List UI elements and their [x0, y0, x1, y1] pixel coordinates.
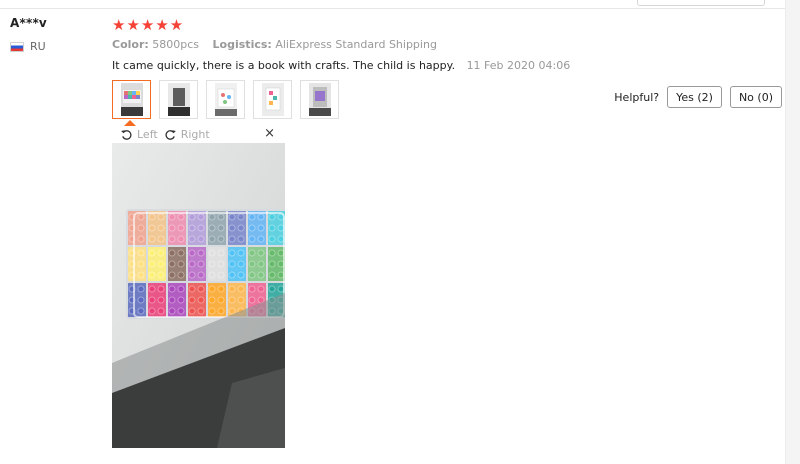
logistics-value: AliExpress Standard Shipping — [275, 38, 437, 51]
photo-thumbnail[interactable] — [253, 80, 292, 119]
star-rating: ★★★★★ — [112, 16, 185, 34]
rotate-left-label: Left — [137, 128, 158, 141]
reviewer-info: A***v RU — [10, 16, 47, 53]
ru-flag-icon — [10, 41, 24, 52]
reviewer-name: A***v — [10, 16, 47, 30]
reviewer-country: RU — [10, 40, 46, 53]
review-meta: Color: 5800pcs Logistics: AliExpress Sta… — [112, 38, 447, 51]
rotate-left-button[interactable]: Left — [120, 128, 158, 141]
photo-viewer: Left Right × — [112, 126, 285, 448]
photo-thumbnail[interactable] — [159, 80, 198, 119]
country-code: RU — [30, 40, 46, 53]
review-content: ★★★★★ Color: 5800pcs Logistics: AliExpre… — [112, 16, 782, 126]
top-control-stub[interactable] — [637, 0, 765, 6]
review-comment: It came quickly, there is a book with cr… — [112, 59, 570, 72]
close-icon[interactable]: × — [264, 127, 275, 141]
rotate-right-button[interactable]: Right — [164, 128, 210, 141]
photo-thumbnail[interactable] — [206, 80, 245, 119]
helpful-section: Helpful? Yes (2) No (0) — [614, 86, 782, 108]
rotate-right-label: Right — [180, 128, 210, 141]
rotate-left-icon — [121, 130, 132, 140]
viewer-toolbar: Left Right × — [112, 126, 285, 143]
color-value: 5800pcs — [152, 38, 200, 51]
photo-thumbnail[interactable] — [300, 80, 339, 119]
scrollbar[interactable] — [785, 0, 800, 464]
review-photo — [112, 143, 285, 448]
helpful-yes-button[interactable]: Yes (2) — [667, 86, 722, 108]
comment-text: It came quickly, there is a book with cr… — [112, 59, 456, 72]
photo-thumbnails — [112, 80, 339, 119]
top-divider — [0, 0, 800, 9]
helpful-no-button[interactable]: No (0) — [729, 86, 782, 108]
logistics-label: Logistics: — [212, 38, 272, 51]
color-label: Color: — [112, 38, 149, 51]
review-date: 11 Feb 2020 04:06 — [466, 59, 571, 72]
rotate-right-icon — [165, 130, 176, 140]
helpful-label: Helpful? — [614, 90, 660, 104]
photo-thumbnail[interactable] — [112, 80, 151, 119]
